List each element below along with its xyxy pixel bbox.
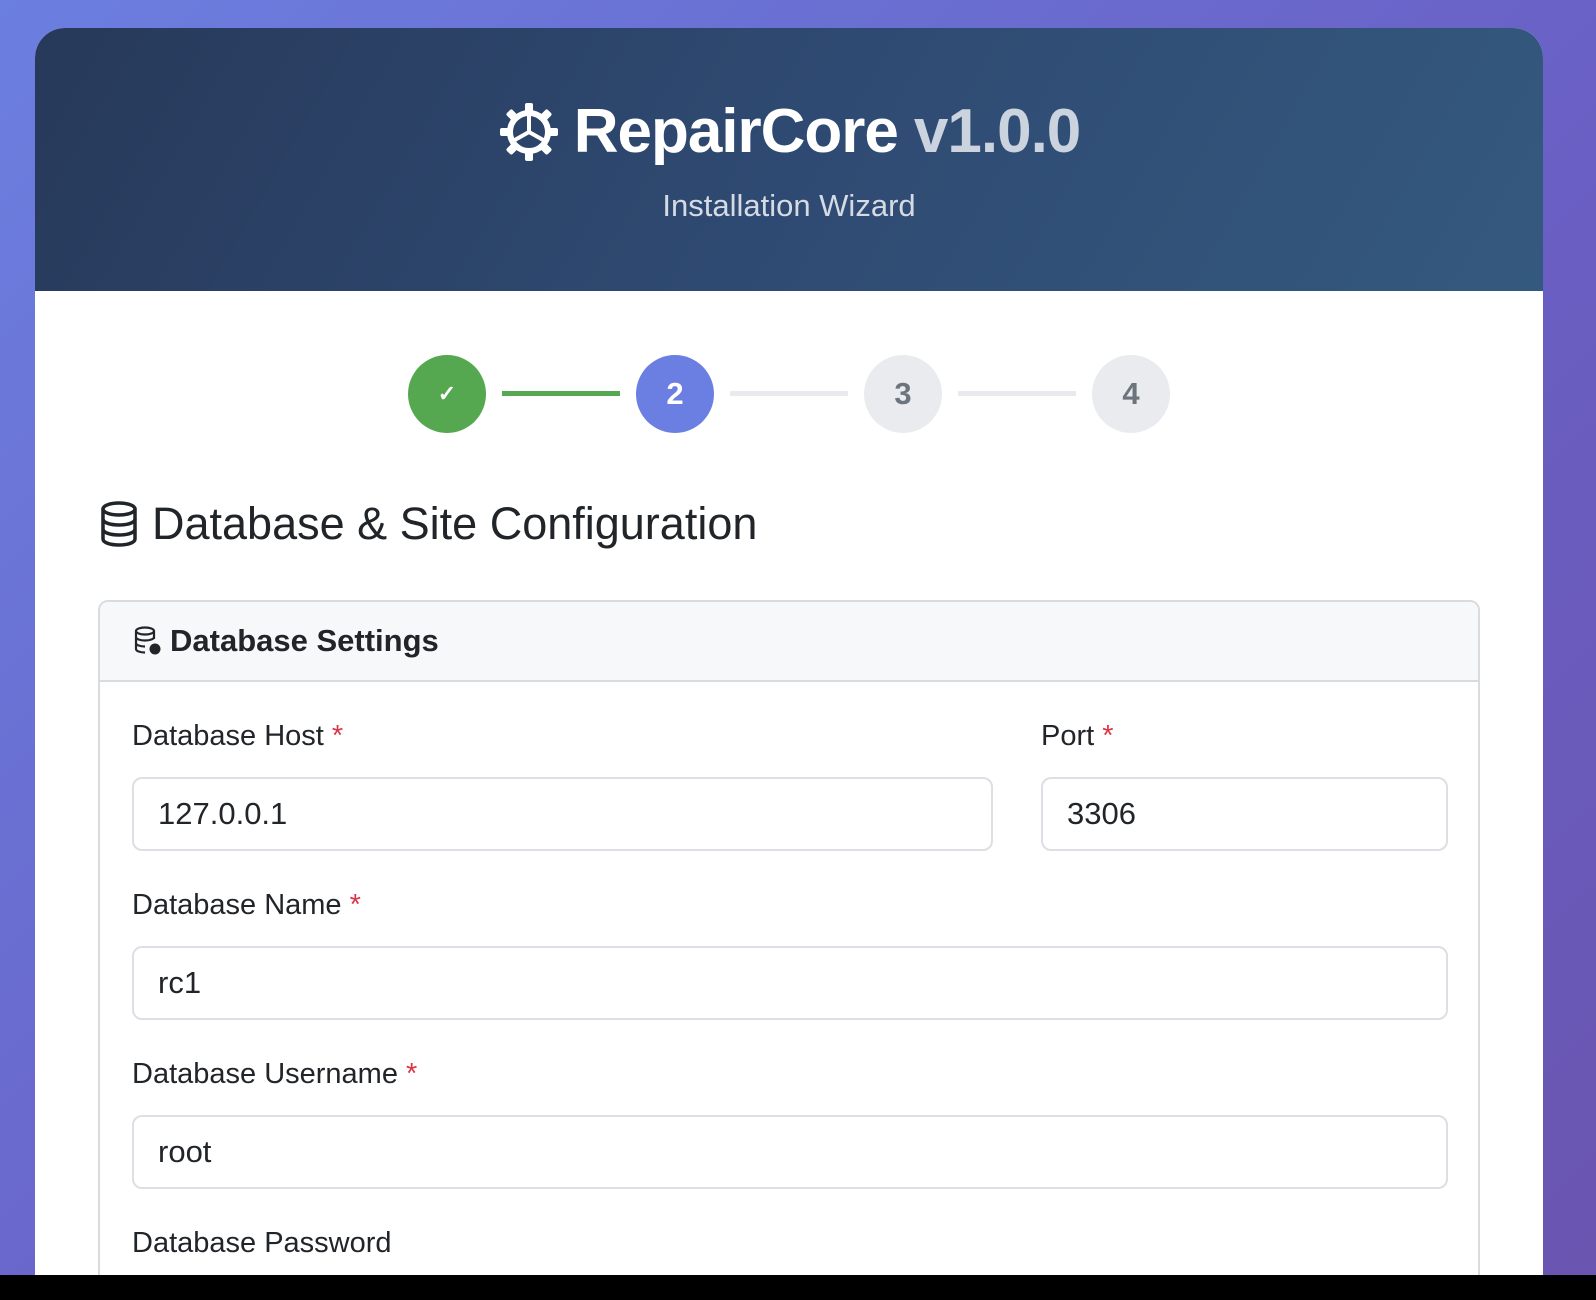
database-username-input[interactable] (132, 1115, 1448, 1189)
step-connector-complete (502, 391, 620, 396)
password-label: Database Password (132, 1227, 392, 1259)
gear-icon (499, 102, 558, 161)
step-2-active: 2 (636, 355, 714, 433)
host-label-text: Database Host (132, 720, 324, 752)
database-name-input[interactable] (132, 946, 1448, 1020)
page-title: Database & Site Configuration (100, 498, 757, 550)
required-mark: * (331, 720, 344, 752)
database-settings-panel: Database Settings Database Host* Port* D… (98, 600, 1480, 1275)
app-title: RepairCore v1.0.0 (35, 96, 1543, 167)
wizard-subtitle: Installation Wizard (662, 188, 916, 223)
step-4: 4 (1092, 355, 1170, 433)
database-gear-icon (134, 626, 161, 655)
panel-header: Database Settings (100, 602, 1478, 682)
app-version: v1.0.0 (913, 97, 1081, 166)
host-label: Database Host * (132, 720, 343, 753)
name-label: Database Name * (132, 889, 361, 922)
required-mark: * (1102, 720, 1114, 752)
required-mark: * (405, 1058, 418, 1090)
database-icon (101, 501, 137, 547)
username-label-text: Database Username (132, 1058, 398, 1090)
step-connector (958, 391, 1076, 396)
step-1-complete: ✓ (408, 355, 486, 433)
port-label: Port * (1041, 720, 1113, 753)
wizard-header: RepairCore v1.0.0 Installation Wizard (35, 28, 1543, 291)
screen-edge (0, 1275, 1596, 1300)
app-name: RepairCore (573, 97, 899, 166)
required-mark: * (349, 889, 361, 921)
username-label: Database Username * (132, 1058, 417, 1091)
port-label-text: Port (1041, 720, 1095, 752)
installer-card: RepairCore v1.0.0 Installation Wizard ✓ … (35, 28, 1543, 1275)
name-label-text: Database Name (132, 889, 342, 921)
panel-title: Database Settings (170, 623, 439, 658)
database-port-input[interactable] (1041, 777, 1448, 851)
page-title-text: Database & Site Configuration (152, 498, 758, 549)
step-connector (730, 391, 848, 396)
step-3: 3 (864, 355, 942, 433)
database-host-input[interactable] (132, 777, 993, 851)
